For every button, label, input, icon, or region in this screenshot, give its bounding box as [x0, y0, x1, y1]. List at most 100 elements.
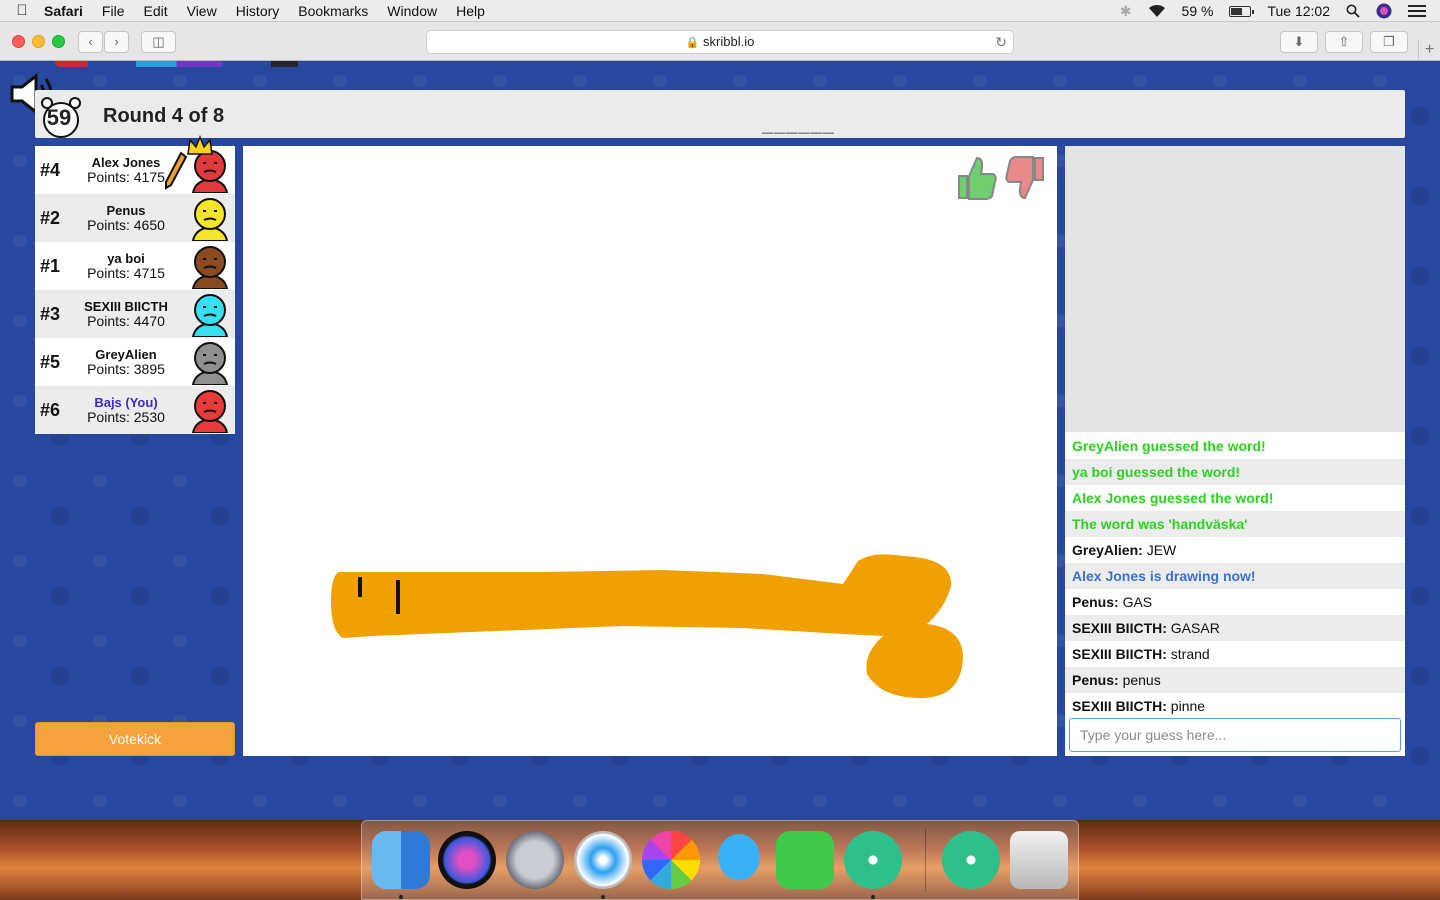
bluetooth-icon[interactable]: ✱	[1120, 3, 1132, 20]
menu-file[interactable]: File	[102, 3, 125, 19]
apple-menu-icon[interactable]: 	[0, 2, 44, 19]
battery-percent[interactable]: 59 %	[1182, 3, 1214, 19]
drawing-stroke	[331, 554, 963, 698]
battery-icon[interactable]	[1229, 5, 1255, 17]
chat-blank-area	[1065, 146, 1405, 432]
new-tab-button[interactable]: +	[1418, 40, 1440, 61]
menu-clock[interactable]: Tue 12:02	[1267, 3, 1330, 19]
player-points: Points: 4650	[87, 217, 165, 233]
wifi-icon[interactable]	[1148, 4, 1166, 18]
menu-help[interactable]: Help	[456, 3, 485, 19]
chat-message: Alex Jones guessed the word!	[1065, 485, 1405, 511]
player-rank: #2	[40, 208, 61, 228]
window-close-button[interactable]	[12, 35, 25, 48]
siri-icon[interactable]	[438, 831, 496, 889]
player-info: SEXIII BIICTH Points: 4470	[75, 299, 177, 329]
chat-panel: GreyAlien guessed the word! ya boi guess…	[1065, 146, 1405, 756]
app-running-indicator	[871, 895, 875, 899]
chat-text: Alex Jones guessed the word!	[1072, 490, 1274, 506]
trash-icon[interactable]	[1010, 831, 1068, 889]
chat-message: Penus: penus	[1065, 667, 1405, 693]
menu-view[interactable]: View	[187, 3, 217, 19]
chat-text: JEW	[1142, 542, 1177, 558]
thumbs-up-icon[interactable]	[955, 154, 999, 202]
menu-history[interactable]: History	[236, 3, 280, 19]
round-indicator: Round 4 of 8	[103, 105, 225, 127]
macos-menu-bar:  Safari File Edit View History Bookmark…	[0, 0, 1440, 22]
player-list: #4 Alex Jones Points: 4175 #2 Penus Poin…	[35, 134, 235, 434]
chat-user: Penus:	[1072, 594, 1119, 610]
player-rank: #1	[40, 256, 61, 276]
player-info: Alex Jones Points: 4175	[75, 155, 177, 185]
crown-icon	[187, 134, 213, 155]
drawing-pencil-icon	[165, 151, 187, 190]
menu-edit[interactable]: Edit	[143, 3, 167, 19]
player-points: Points: 2530	[87, 409, 165, 425]
spotlight-search-icon[interactable]	[1346, 4, 1360, 18]
player-row[interactable]: #5 GreyAlien Points: 3895	[35, 338, 235, 386]
player-info: ya boi Points: 4715	[75, 252, 177, 281]
back-button[interactable]: ‹	[78, 31, 103, 53]
menu-bookmarks[interactable]: Bookmarks	[298, 3, 368, 19]
player-info: GreyAlien Points: 3895	[75, 348, 177, 377]
chat-message: SEXIII BIICTH: GASAR	[1065, 615, 1405, 641]
player-name: SEXIII BIICTH	[84, 299, 168, 314]
dock-separator	[925, 829, 926, 891]
downloads-button[interactable]: ⬇	[1280, 31, 1318, 53]
drawing-canvas[interactable]	[243, 146, 1057, 756]
atom-icon[interactable]	[844, 831, 902, 889]
atom-icon[interactable]	[942, 831, 1000, 889]
player-drawing	[331, 554, 963, 698]
messages-icon[interactable]	[710, 831, 768, 889]
player-points: Points: 4175	[87, 169, 165, 185]
chat-message: SEXIII BIICTH: pinne	[1065, 693, 1405, 719]
menu-app-name[interactable]: Safari	[44, 3, 83, 19]
skribbl-page: 59 Round 4 of 8 ______ #4 Alex Jones Poi…	[0, 61, 1440, 820]
chat-text: strand	[1166, 646, 1210, 662]
chat-message: GreyAlien: JEW	[1065, 537, 1405, 563]
forward-button[interactable]: ›	[104, 31, 129, 53]
reload-icon[interactable]: ↻	[995, 31, 1007, 53]
player-rank: #5	[40, 352, 61, 372]
chat-text: penus	[1118, 672, 1161, 688]
votekick-button[interactable]: Votekick	[35, 722, 235, 756]
window-minimize-button[interactable]	[32, 35, 45, 48]
window-fullscreen-button[interactable]	[52, 35, 65, 48]
game-header-bar: 59 Round 4 of 8 ______	[35, 90, 1405, 138]
photos-icon[interactable]	[642, 831, 700, 889]
address-bar[interactable]: 🔒 skribbl.io ↻	[426, 30, 1014, 54]
chat-message: Alex Jones is drawing now!	[1065, 563, 1405, 589]
finder-icon[interactable]	[372, 831, 430, 889]
player-row[interactable]: #4 Alex Jones Points: 4175	[35, 134, 235, 194]
round-timer: 59	[46, 105, 72, 130]
avatar	[191, 198, 229, 241]
player-points: Points: 3895	[87, 361, 165, 377]
dock	[361, 820, 1079, 900]
menu-window[interactable]: Window	[387, 3, 437, 19]
player-rank: #6	[40, 400, 61, 420]
siri-icon[interactable]	[1376, 3, 1392, 19]
guess-input[interactable]	[1069, 718, 1401, 752]
player-row[interactable]: #3 SEXIII BIICTH Points: 4470	[35, 290, 235, 338]
chat-user: SEXIII BIICTH:	[1072, 646, 1167, 662]
player-info: Penus Points: 4650	[75, 204, 177, 233]
player-row[interactable]: #2 Penus Points: 4650	[35, 194, 235, 242]
player-name: Alex Jones	[91, 155, 161, 170]
chat-text: Alex Jones is drawing now!	[1072, 568, 1256, 584]
chat-text: pinne	[1166, 698, 1206, 714]
safari-icon[interactable]	[574, 831, 632, 889]
address-url: skribbl.io	[703, 34, 755, 49]
share-button[interactable]: ⇧	[1325, 31, 1363, 53]
notification-center-icon[interactable]	[1408, 4, 1426, 18]
player-rank: #4	[40, 160, 61, 180]
launchpad-icon[interactable]	[506, 831, 564, 889]
avatar-head	[194, 198, 226, 230]
player-row[interactable]: #1 ya boi Points: 4715	[35, 242, 235, 290]
thumbs-down-icon[interactable]	[1003, 154, 1047, 202]
player-row[interactable]: #6 Bajs (You) Points: 2530	[35, 386, 235, 434]
facetime-icon[interactable]	[776, 831, 834, 889]
chat-message: GreyAlien guessed the word!	[1065, 433, 1405, 459]
chat-message: Penus: GAS	[1065, 589, 1405, 615]
sidebar-toggle-button[interactable]: ◫	[141, 31, 176, 53]
tabs-overview-button[interactable]: ❐	[1370, 31, 1408, 53]
